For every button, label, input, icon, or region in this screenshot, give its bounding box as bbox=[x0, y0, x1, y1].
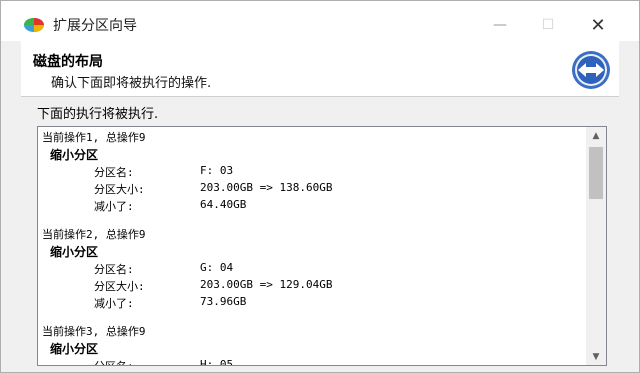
operations-label: 下面的执行将被执行. bbox=[37, 107, 159, 122]
page-title: 磁盘的布局 bbox=[33, 54, 103, 70]
detail-key: 分区名: bbox=[94, 166, 134, 179]
detail-value: 64.40GB bbox=[200, 198, 247, 211]
maximize-button[interactable]: ☐ bbox=[525, 9, 571, 41]
page-subtitle: 确认下面即将被执行的操作. bbox=[51, 76, 212, 91]
operation-heading: 当前操作2, 总操作9 bbox=[42, 228, 146, 241]
operation-action: 缩小分区 bbox=[50, 342, 99, 356]
detail-key: 分区大小: bbox=[94, 183, 145, 196]
wizard-header: 磁盘的布局 确认下面即将被执行的操作. bbox=[21, 41, 619, 96]
operation-heading: 当前操作3, 总操作9 bbox=[42, 325, 146, 338]
operation-detail-row: 减小了: 64.40GB bbox=[38, 198, 586, 214]
operation-detail-row: 分区名: F: 03 bbox=[38, 164, 586, 180]
operation-detail-row: 减小了: 73.96GB bbox=[38, 295, 586, 311]
detail-value: 73.96GB bbox=[200, 295, 247, 308]
header-divider bbox=[21, 96, 619, 97]
detail-value: G: 04 bbox=[200, 261, 234, 274]
window-title: 扩展分区向导 bbox=[53, 18, 137, 34]
minimize-button[interactable]: — bbox=[477, 9, 523, 41]
detail-key: 分区名: bbox=[94, 358, 134, 365]
detail-key: 减小了: bbox=[94, 297, 134, 310]
detail-key: 减小了: bbox=[94, 200, 134, 213]
resize-arrows-icon bbox=[572, 51, 610, 89]
scroll-down-arrow-icon[interactable]: ▼ bbox=[586, 348, 606, 365]
scroll-up-arrow-icon[interactable]: ▲ bbox=[586, 127, 606, 144]
detail-key: 分区大小: bbox=[94, 280, 145, 293]
title-bar[interactable]: 扩展分区向导 — ☐ ✕ bbox=[1, 1, 639, 41]
app-icon bbox=[24, 18, 44, 32]
operation-detail-row: 分区名: G: 04 bbox=[38, 261, 586, 277]
vertical-scrollbar[interactable]: ▲ ▼ bbox=[586, 127, 606, 365]
operations-list[interactable]: 当前操作1, 总操作9 缩小分区 分区名: F: 03 分区大小: 203.00… bbox=[37, 126, 607, 366]
scrollbar-thumb[interactable] bbox=[589, 147, 603, 199]
detail-value: F: 03 bbox=[200, 164, 234, 177]
operations-content: 当前操作1, 总操作9 缩小分区 分区名: F: 03 分区大小: 203.00… bbox=[38, 127, 586, 366]
detail-value: H: 05 bbox=[200, 358, 234, 366]
close-button[interactable]: ✕ bbox=[575, 9, 621, 41]
detail-key: 分区名: bbox=[94, 263, 134, 276]
detail-value: 203.00GB => 138.60GB bbox=[200, 181, 333, 194]
detail-value: 203.00GB => 129.04GB bbox=[200, 278, 333, 291]
wizard-window: 扩展分区向导 — ☐ ✕ 磁盘的布局 确认下面即将被执行的操作. 下面的执行将被… bbox=[0, 0, 640, 373]
operation-heading: 当前操作1, 总操作9 bbox=[42, 131, 146, 144]
operation-action: 缩小分区 bbox=[50, 245, 99, 259]
operation-action: 缩小分区 bbox=[50, 148, 99, 162]
operation-detail-row: 分区大小: 203.00GB => 138.60GB bbox=[38, 181, 586, 197]
operation-detail-row: 分区名: H: 05 bbox=[38, 358, 586, 366]
operation-detail-row: 分区大小: 203.00GB => 129.04GB bbox=[38, 278, 586, 294]
